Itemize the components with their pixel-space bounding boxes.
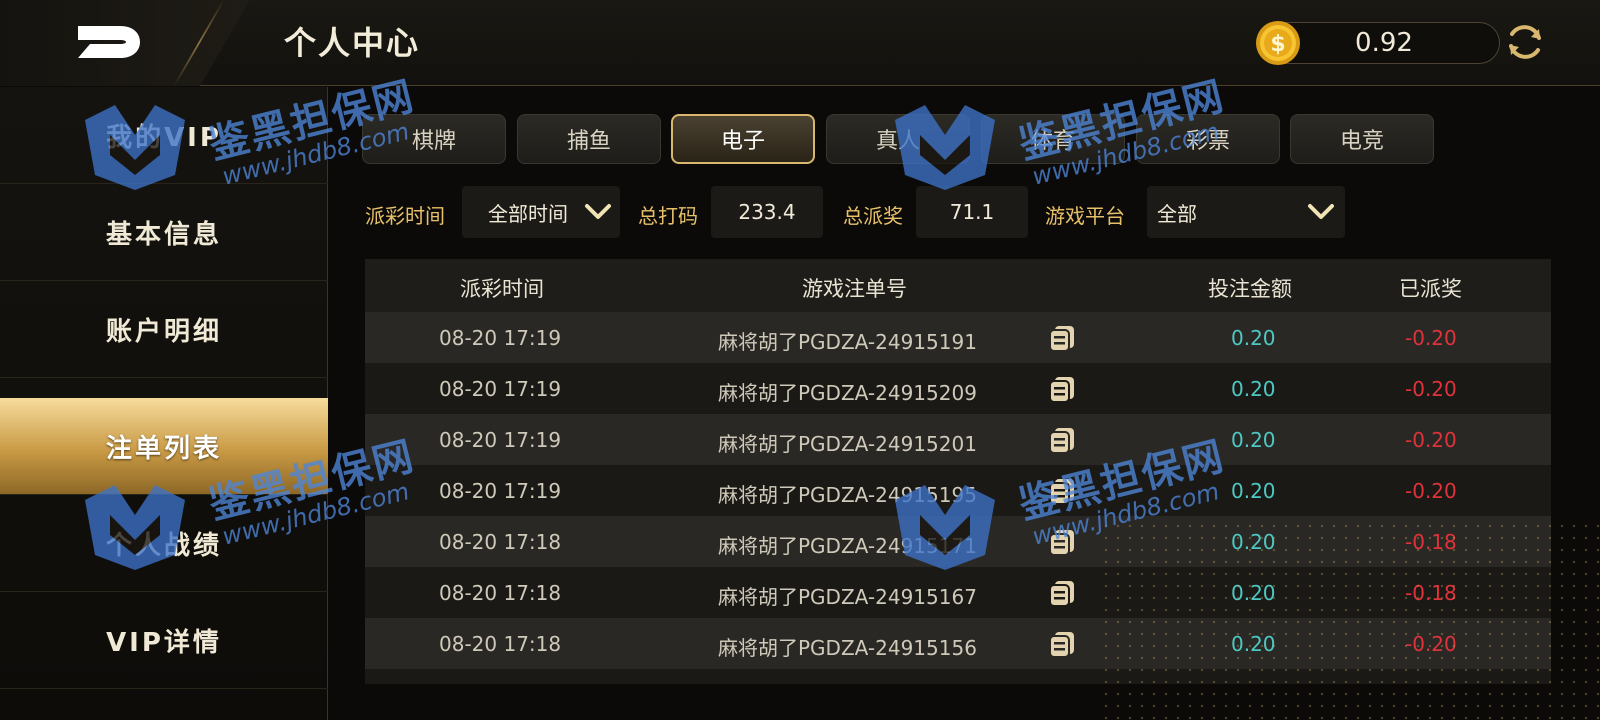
sidebar-item-label: 个人战绩 [105, 530, 222, 561]
background-sparkles [1100, 520, 1600, 720]
refresh-icon[interactable] [1503, 20, 1547, 64]
table-header: 派彩时间 游戏注单号 投注金额 已派奖 [365, 259, 1551, 312]
balance-value: 0.92 [1355, 28, 1413, 58]
table-row: 08-20 17:19 麻将胡了PGDZA-24915191 0.20 -0.2… [365, 312, 1551, 363]
sidebar-item-account-details[interactable]: 账户明细 [0, 281, 328, 378]
tab-electronic[interactable]: 电子 [671, 114, 815, 164]
table-row: 08-20 17:19 麻将胡了PGDZA-24915209 0.20 -0.2… [365, 363, 1551, 414]
copy-icon[interactable] [1047, 426, 1077, 454]
sidebar: 我的VIP 基本信息 账户明细 注单列表 个人战绩 VIP详情 [0, 87, 328, 720]
cell-paid: -0.20 [1405, 479, 1457, 503]
sidebar-item-label: 基本信息 [105, 219, 222, 250]
payout-time-value: 全部时间 [488, 201, 568, 226]
cell-order: 麻将胡了PGDZA-24915201 [718, 432, 977, 456]
page-title: 个人中心 [284, 24, 421, 62]
cell-time: 08-20 17:19 [439, 377, 562, 401]
tab-sports[interactable]: 体育 [981, 114, 1125, 164]
col-header-paid: 已派奖 [1399, 277, 1462, 301]
col-header-order-number: 游戏注单号 [802, 277, 907, 301]
sidebar-item-label: 账户明细 [105, 316, 222, 347]
payout-time-label: 派彩时间 [365, 204, 445, 228]
total-payout-label: 总派奖 [843, 204, 903, 228]
tab-esports[interactable]: 电竞 [1290, 114, 1434, 164]
table-row: 08-20 17:19 麻将胡了PGDZA-24915195 0.20 -0.2… [365, 465, 1551, 516]
cell-time: 08-20 17:18 [439, 581, 562, 605]
sidebar-item-label: 注单列表 [105, 433, 222, 464]
col-header-bet-amount: 投注金额 [1208, 277, 1292, 301]
top-bar: 个人中心 $ 0.92 [0, 0, 1600, 86]
copy-icon[interactable] [1047, 528, 1077, 556]
tab-live[interactable]: 真人 [826, 114, 970, 164]
cell-order: 麻将胡了PGDZA-24915156 [718, 636, 977, 660]
sidebar-item-bet-list[interactable]: 注单列表 [0, 398, 328, 495]
cell-bet: 0.20 [1231, 479, 1276, 503]
total-bet-label: 总打码 [638, 204, 698, 228]
cell-order: 麻将胡了PGDZA-24915167 [718, 585, 977, 609]
chevron-down-icon [1308, 204, 1334, 219]
copy-icon[interactable] [1047, 375, 1077, 403]
cell-order: 麻将胡了PGDZA-24915209 [718, 381, 977, 405]
platform-label: 游戏平台 [1045, 204, 1125, 228]
platform-select[interactable]: 全部 [1147, 186, 1345, 238]
sidebar-item-personal-record[interactable]: 个人战绩 [0, 495, 328, 592]
total-payout-value: 71.1 [916, 186, 1028, 238]
cell-bet: 0.20 [1231, 377, 1276, 401]
tab-fishing[interactable]: 捕鱼 [517, 114, 661, 164]
table-row: 08-20 17:19 麻将胡了PGDZA-24915201 0.20 -0.2… [365, 414, 1551, 465]
copy-icon[interactable] [1047, 324, 1077, 352]
cell-time: 08-20 17:19 [439, 428, 562, 452]
back-button[interactable] [0, 0, 250, 86]
chevron-down-icon [585, 204, 611, 219]
sidebar-item-vip-details[interactable]: VIP详情 [0, 592, 328, 689]
sidebar-item-my-vip[interactable]: 我的VIP [0, 87, 328, 184]
tab-chess-cards[interactable]: 棋牌 [362, 114, 506, 164]
platform-value: 全部 [1157, 201, 1197, 226]
copy-icon[interactable] [1047, 579, 1077, 607]
sidebar-item-label: VIP详情 [106, 627, 222, 658]
cell-bet: 0.20 [1231, 326, 1276, 350]
cell-paid: -0.20 [1405, 326, 1457, 350]
total-bet-value: 233.4 [711, 186, 823, 238]
copy-icon[interactable] [1047, 477, 1077, 505]
cell-bet: 0.20 [1231, 428, 1276, 452]
cell-paid: -0.20 [1405, 428, 1457, 452]
cell-time: 08-20 17:18 [439, 530, 562, 554]
svg-text:$: $ [1270, 32, 1285, 57]
cell-paid: -0.20 [1405, 377, 1457, 401]
cell-order: 麻将胡了PGDZA-24915191 [718, 330, 977, 354]
cell-time: 08-20 17:19 [439, 326, 562, 350]
sidebar-item-label: 我的VIP [106, 122, 222, 153]
cell-time: 08-20 17:19 [439, 479, 562, 503]
col-header-payout-time: 派彩时间 [460, 277, 544, 301]
sidebar-item-basic-info[interactable]: 基本信息 [0, 184, 328, 281]
cell-order: 麻将胡了PGDZA-24915171 [718, 534, 977, 558]
coin-icon: $ [1256, 21, 1300, 65]
payout-time-select[interactable]: 全部时间 [462, 186, 620, 238]
copy-icon[interactable] [1047, 630, 1077, 658]
back-arrow-icon [78, 26, 140, 58]
cell-time: 08-20 17:18 [439, 632, 562, 656]
tab-lottery[interactable]: 彩票 [1136, 114, 1280, 164]
cell-order: 麻将胡了PGDZA-24915195 [718, 483, 977, 507]
